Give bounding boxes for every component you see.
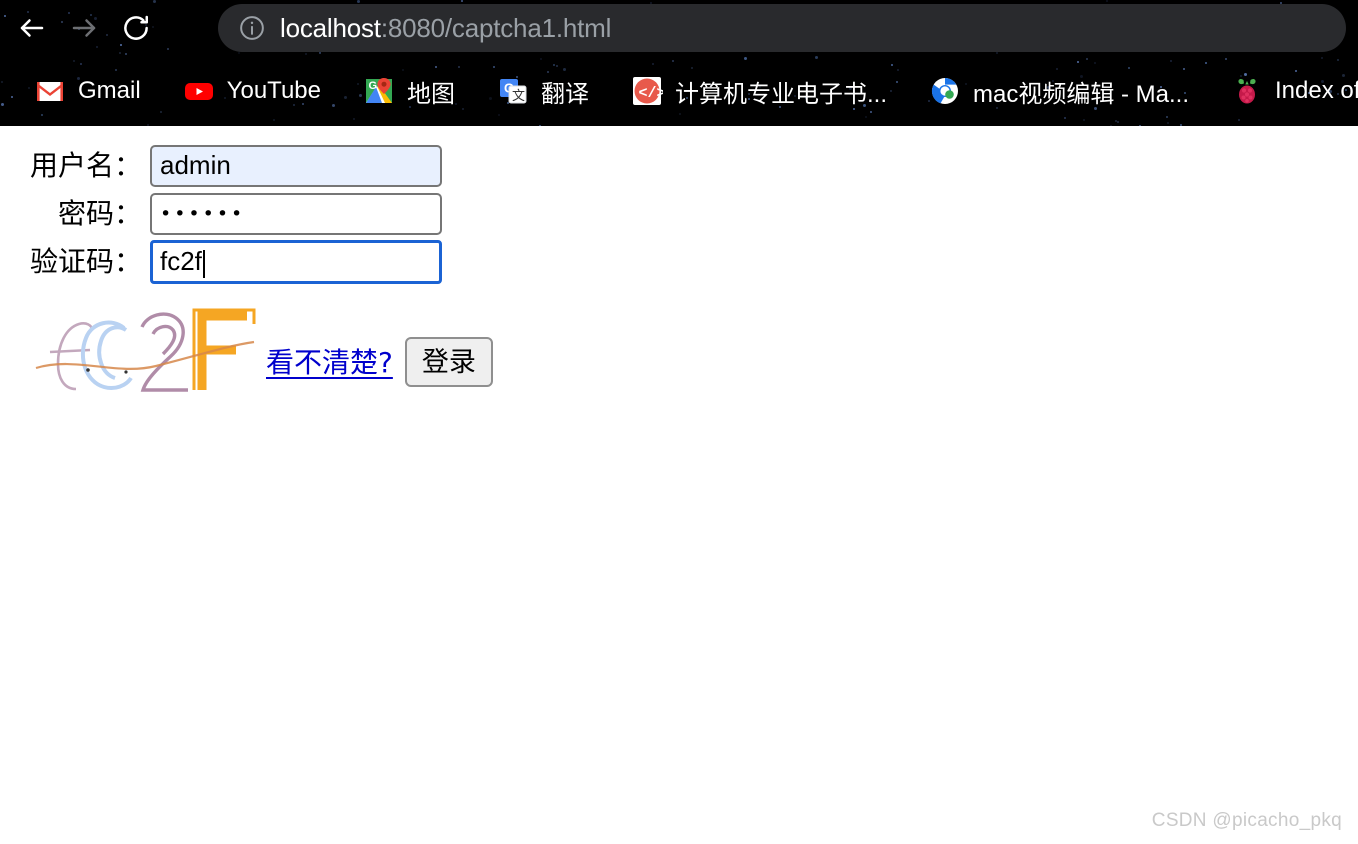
raspberry-pi-icon xyxy=(1231,75,1263,107)
bookmark-label: 地图 xyxy=(406,80,455,108)
bookmarks-bar: Gmail YouTube G 地图 文 翻译 </> 计算机专业电子书... … xyxy=(0,56,1358,126)
forward-button[interactable] xyxy=(62,6,106,50)
chrome-circle-icon xyxy=(929,75,961,107)
password-masked-value: •••••• xyxy=(160,202,246,225)
browser-toolbar: localhost:8080/captcha1.html xyxy=(0,0,1358,56)
svg-text:文: 文 xyxy=(512,89,525,104)
arrow-left-icon xyxy=(17,13,47,43)
arrow-right-icon xyxy=(69,13,99,43)
bookmark-label: 翻译 xyxy=(540,80,589,108)
bookmark-index-of[interactable]: Index of /r xyxy=(1221,67,1358,115)
captcha-input-value: fc2f xyxy=(160,246,202,276)
password-input[interactable]: •••••• xyxy=(150,192,442,235)
omnibox-host: localhost xyxy=(280,12,381,43)
refresh-captcha-link[interactable]: 看不清楚? xyxy=(266,341,393,381)
bookmark-label: Gmail xyxy=(78,77,141,104)
username-label: 用户名： xyxy=(29,148,142,182)
form-row-password: 密码： •••••• xyxy=(0,190,560,237)
youtube-icon xyxy=(183,75,215,107)
bookmark-label: 计算机专业电子书... xyxy=(674,80,887,108)
google-maps-icon: G xyxy=(363,75,395,107)
bookmark-mac-video[interactable]: mac视频编辑 - Ma... xyxy=(919,67,1199,115)
login-button[interactable]: 登录 xyxy=(404,337,493,387)
browser-chrome: localhost:8080/captcha1.html Gmail YouTu… xyxy=(0,0,1358,126)
bookmark-gmail[interactable]: Gmail xyxy=(24,67,151,115)
back-button[interactable] xyxy=(10,6,54,50)
bookmark-label: YouTube xyxy=(226,77,321,104)
watermark: CSDN @picacho_pkq xyxy=(1151,810,1342,831)
form-row-username: 用户名： xyxy=(0,142,560,189)
username-input[interactable] xyxy=(150,144,442,187)
login-form: 用户名： 密码： •••••• 验证码： fc2f xyxy=(0,142,560,286)
bookmark-label: mac视频编辑 - Ma... xyxy=(973,80,1190,108)
code-circle-icon: </> xyxy=(631,75,666,107)
bookmark-label: Index of /r xyxy=(1275,77,1358,104)
page-content: 用户名： 密码： •••••• 验证码： fc2f xyxy=(0,126,1358,844)
reload-icon xyxy=(121,13,151,43)
omnibox-path: :8080/captcha1.html xyxy=(380,12,612,43)
google-translate-icon: G 文 xyxy=(497,75,529,107)
captcha-label: 验证码： xyxy=(29,244,142,278)
captcha-area: 看不清楚? 登录 xyxy=(16,294,493,399)
svg-text:G: G xyxy=(368,80,377,92)
text-cursor xyxy=(202,249,205,278)
bookmark-translate[interactable]: G 文 翻译 xyxy=(487,67,599,115)
omnibox[interactable]: localhost:8080/captcha1.html xyxy=(218,4,1346,52)
omnibox-url-text: localhost:8080/captcha1.html xyxy=(280,13,611,44)
captcha-image[interactable] xyxy=(16,294,260,399)
info-circle-icon[interactable] xyxy=(238,14,266,42)
svg-text:</>: </> xyxy=(638,85,663,102)
bookmark-youtube[interactable]: YouTube xyxy=(173,67,331,115)
form-row-captcha: 验证码： fc2f xyxy=(0,238,560,285)
captcha-input[interactable]: fc2f xyxy=(150,239,442,284)
password-label: 密码： xyxy=(57,196,142,230)
gmail-icon xyxy=(34,75,66,107)
bookmark-ebooks[interactable]: </> 计算机专业电子书... xyxy=(621,67,897,115)
reload-button[interactable] xyxy=(114,6,158,50)
bookmark-maps[interactable]: G 地图 xyxy=(353,67,465,115)
